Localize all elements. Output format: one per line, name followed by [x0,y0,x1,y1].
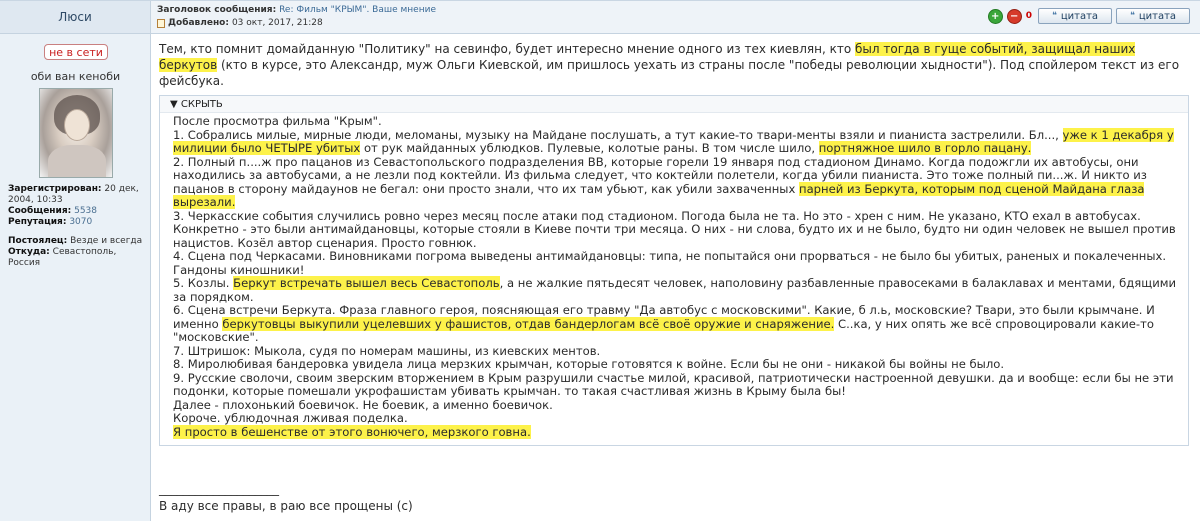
avatar[interactable] [39,88,113,178]
quote-icon: ❝ [1129,11,1135,21]
author-name-cell: Люси [0,1,150,34]
stat-reputation: Репутация: 3070 [8,217,93,227]
spoiler-content: После просмотра фильма "Крым". 1. Собрал… [160,113,1188,445]
user-title: оби ван кеноби [30,70,121,83]
spoiler-line: 5. Козлы. Беркут встречать вышел весь Се… [173,276,1177,304]
forum-post: Люси не в сети оби ван кеноби Зарегистри… [0,0,1200,521]
author-name[interactable]: Люси [58,10,92,24]
spoiler-line: 9. Русские сволочи, своим зверским вторж… [173,370,1174,398]
signature-text: В аду все правы, в раю все прощены (с) [159,499,413,513]
post-intro: Тем, кто помнит домайданную "Политику" н… [159,42,1180,88]
stat-postoyalets: Постоялец: Везде и всегда [8,236,143,246]
spoiler-line: После просмотра фильма "Крым". [173,114,382,128]
post-main: Заголовок сообщения: Re: Фильм "КРЫМ". В… [151,1,1200,521]
avatar-face [64,109,90,141]
post-subject: Заголовок сообщения: Re: Фильм "КРЫМ". В… [157,5,436,15]
signature-separator: ____________________ [159,482,279,496]
avatar-dress [48,145,106,177]
thumb-up-icon[interactable]: + [987,8,1003,24]
spoiler-line: 3. Черкасские события случились ровно че… [173,208,1176,250]
post-tools: + − 0 ❝ цитата ❝ цитата [987,8,1190,24]
spoiler-line: 1. Собрались милые, мирные люди, меломан… [173,127,1174,155]
quote-button[interactable]: ❝ цитата [1038,8,1112,24]
spoiler-toggle[interactable]: ▼ СКРЫТЬ [160,96,1188,113]
status-badge[interactable]: не в сети [44,44,108,60]
spoiler-line: Короче. ублюдочная лживая поделка. [173,411,408,425]
quote-icon: ❝ [1051,11,1057,21]
signature: ____________________ В аду все правы, в … [159,482,759,514]
author-panel: Люси не в сети оби ван кеноби Зарегистри… [0,1,151,521]
spoiler-line: 8. Миролюбивая бандеровка увидела лица м… [173,357,1005,371]
spoiler-line: Я просто в бешенстве от этого вонючего, … [173,424,531,439]
spoiler-line: 6. Сцена встречи Беркута. Фраза главного… [173,303,1155,344]
stat-from: Откуда: Севастополь, Россия [8,247,117,268]
quote-selected-button[interactable]: ❝ цитата [1116,8,1190,24]
post-body: Тем, кто помнит домайданную "Политику" н… [159,41,1194,446]
stat-messages: Сообщения: 5538 [8,206,97,216]
vote-score: 0 [1025,11,1032,21]
spoiler-line: 4. Сцена под Черкасами. Виновниками погр… [173,249,1167,277]
thumb-down-icon[interactable]: − [1006,8,1022,24]
stat-registered: Зарегистрирован: 20 дек, 2004, 10:33 [8,184,139,205]
post-header: Заголовок сообщения: Re: Фильм "КРЫМ". В… [151,1,1200,34]
spoiler-line: 7. Штришок: Мыкола, судя по номерам маши… [173,343,601,358]
spoiler-line: 2. Полный п....ж про пацанов из Севастоп… [173,154,1147,209]
post-doc-icon[interactable] [157,18,165,28]
spoiler-line: Далее - плохонький боевичок. Не боевик, … [173,397,553,412]
spoiler-block: ▼ СКРЫТЬ После просмотра фильма "Крым". … [159,95,1189,446]
author-stats: Зарегистрирован: 20 дек, 2004, 10:33 Соо… [8,184,148,269]
subject-link[interactable]: Re: Фильм "КРЫМ". Ваше мнение [279,5,436,15]
post-date: Добавлено: 03 окт, 2017, 21:28 [157,18,323,28]
